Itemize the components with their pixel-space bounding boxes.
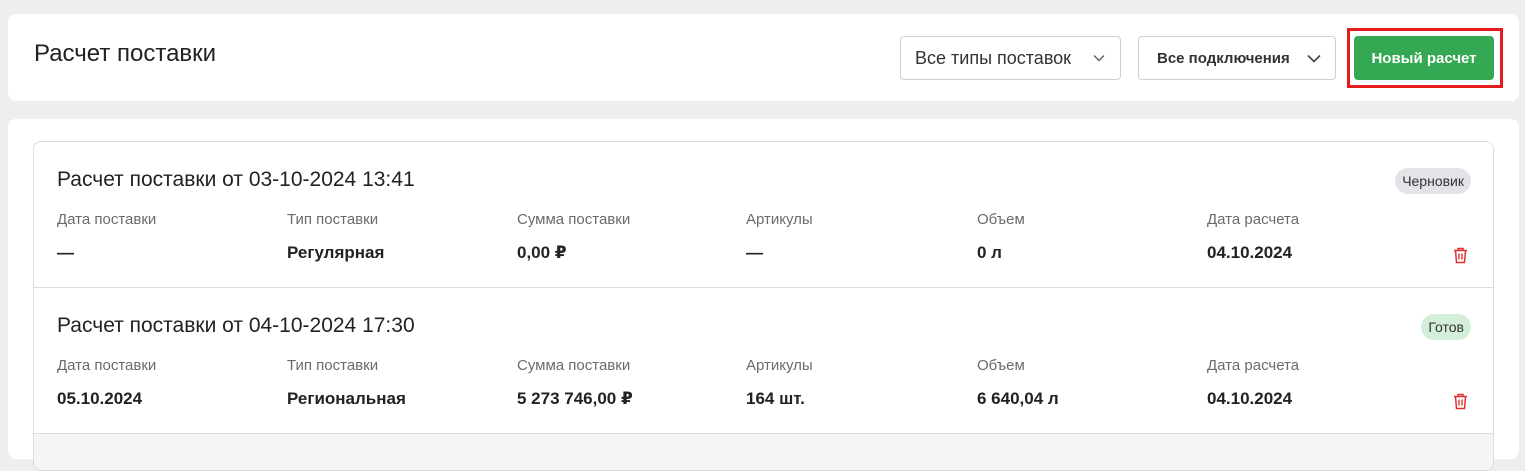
- delivery-date-label: Дата поставки: [57, 211, 157, 228]
- connection-filter-label: Все подключения: [1157, 49, 1290, 67]
- status-badge: Черновик: [1395, 168, 1471, 194]
- delivery-date-value: —: [57, 243, 74, 262]
- volume-label: Объем: [977, 357, 1025, 374]
- trash-icon[interactable]: [1451, 391, 1469, 411]
- calculation-title: Расчет поставки от 03-10-2024 13:41: [57, 168, 415, 191]
- supply-type-filter-label: Все типы поставок: [915, 47, 1072, 68]
- volume-label: Объем: [977, 211, 1025, 228]
- calc-date-value: 04.10.2024: [1207, 389, 1293, 408]
- delivery-date-label: Дата поставки: [57, 357, 157, 374]
- chevron-down-icon: [1092, 51, 1106, 65]
- connection-filter[interactable]: Все подключения: [1138, 36, 1336, 80]
- page-title: Расчет поставки: [34, 40, 217, 67]
- supply-sum-label: Сумма поставки: [517, 211, 631, 228]
- calculation-title: Расчет поставки от 04-10-2024 17:30: [57, 314, 415, 337]
- status-badge: Готов: [1421, 314, 1471, 340]
- calc-date-label: Дата расчета: [1207, 211, 1300, 228]
- volume-value: 0 л: [977, 243, 1002, 262]
- supply-sum-value: 0,00 ₽: [517, 243, 567, 262]
- articles-value: —: [746, 243, 763, 262]
- supply-sum-value: 5 273 746,00 ₽: [517, 389, 633, 408]
- articles-label: Артикулы: [746, 357, 813, 374]
- articles-label: Артикулы: [746, 211, 813, 228]
- calculation-card[interactable]: Расчет поставки от 03-10-2024 13:41 Черн…: [34, 142, 1493, 288]
- calculations-panel: Расчет поставки от 03-10-2024 13:41 Черн…: [8, 119, 1519, 471]
- supply-type-label: Тип поставки: [287, 211, 379, 228]
- supply-type-value: Регулярная: [287, 243, 385, 262]
- trash-icon[interactable]: [1451, 245, 1469, 265]
- supply-type-value: Региональная: [287, 389, 406, 408]
- calc-date-label: Дата расчета: [1207, 357, 1300, 374]
- chevron-down-icon: [1307, 51, 1321, 65]
- calculation-card[interactable]: Расчет поставки от 04-10-2024 17:30 Гото…: [34, 288, 1493, 434]
- calculations-list: Расчет поставки от 03-10-2024 13:41 Черн…: [33, 141, 1494, 471]
- supply-type-label: Тип поставки: [287, 357, 379, 374]
- volume-value: 6 640,04 л: [977, 389, 1059, 408]
- new-calculation-button[interactable]: Новый расчет: [1354, 36, 1494, 80]
- delivery-date-value: 05.10.2024: [57, 389, 143, 408]
- supply-type-filter[interactable]: Все типы поставок: [900, 36, 1121, 80]
- calc-date-value: 04.10.2024: [1207, 243, 1293, 262]
- supply-sum-label: Сумма поставки: [517, 357, 631, 374]
- articles-value: 164 шт.: [746, 389, 805, 408]
- page-header: Расчет поставки Все типы поставок Все по…: [8, 14, 1519, 101]
